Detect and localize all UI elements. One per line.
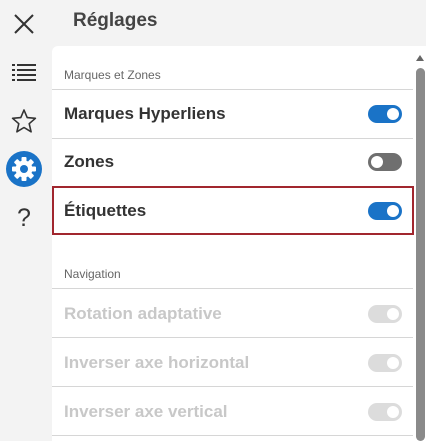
setting-label: Inverser axe horizontal	[64, 353, 250, 372]
star-icon	[11, 109, 37, 133]
gear-icon	[6, 151, 42, 187]
section-label-marks-zones: Marques et Zones	[64, 68, 161, 82]
setting-label: Étiquettes	[64, 200, 147, 220]
hyperlinks-toggle[interactable]	[368, 105, 402, 123]
adaptive-rotation-toggle[interactable]	[368, 305, 402, 323]
setting-row-invert-vertical[interactable]: Inverser axe vertical	[52, 389, 414, 435]
toggle-knob	[387, 308, 399, 320]
setting-label: Inverser axe vertical	[64, 402, 228, 421]
favorites-button[interactable]	[4, 101, 44, 141]
toggle-knob	[387, 204, 399, 217]
list-button[interactable]	[4, 52, 44, 92]
list-icon	[12, 64, 36, 81]
divider	[52, 89, 413, 90]
toggle-knob	[387, 406, 399, 418]
side-rail: ?	[0, 0, 48, 441]
setting-row-zones[interactable]: Zones	[52, 139, 414, 185]
page-title: Réglages	[73, 10, 158, 31]
scrollbar-thumb[interactable]	[416, 68, 425, 441]
labels-toggle[interactable]	[368, 201, 402, 220]
section-label-navigation: Navigation	[64, 267, 121, 281]
setting-label: Rotation adaptative	[64, 304, 222, 323]
toggle-knob	[387, 357, 399, 369]
zones-toggle[interactable]	[368, 153, 402, 171]
setting-row-hyperlinks[interactable]: Marques Hyperliens	[52, 91, 414, 137]
toggle-knob	[371, 156, 383, 168]
close-icon	[14, 14, 34, 34]
settings-button[interactable]	[4, 149, 44, 189]
divider	[52, 337, 413, 338]
setting-row-labels[interactable]: Étiquettes	[52, 186, 414, 235]
setting-row-adaptive-rotation[interactable]: Rotation adaptative	[52, 291, 414, 337]
invert-horizontal-toggle[interactable]	[368, 354, 402, 372]
help-icon: ?	[17, 203, 31, 232]
help-button[interactable]: ?	[4, 198, 44, 238]
scroll-up-arrow-icon[interactable]	[416, 55, 424, 61]
setting-row-invert-horizontal[interactable]: Inverser axe horizontal	[52, 340, 414, 386]
divider	[52, 435, 413, 436]
toggle-knob	[387, 108, 399, 120]
divider	[52, 288, 413, 289]
close-button[interactable]	[4, 4, 44, 44]
invert-vertical-toggle[interactable]	[368, 403, 402, 421]
setting-label: Zones	[64, 152, 115, 171]
setting-label: Marques Hyperliens	[64, 104, 226, 123]
settings-panel: Marques et Zones Marques Hyperliens Zone…	[52, 46, 426, 441]
divider	[52, 386, 413, 387]
